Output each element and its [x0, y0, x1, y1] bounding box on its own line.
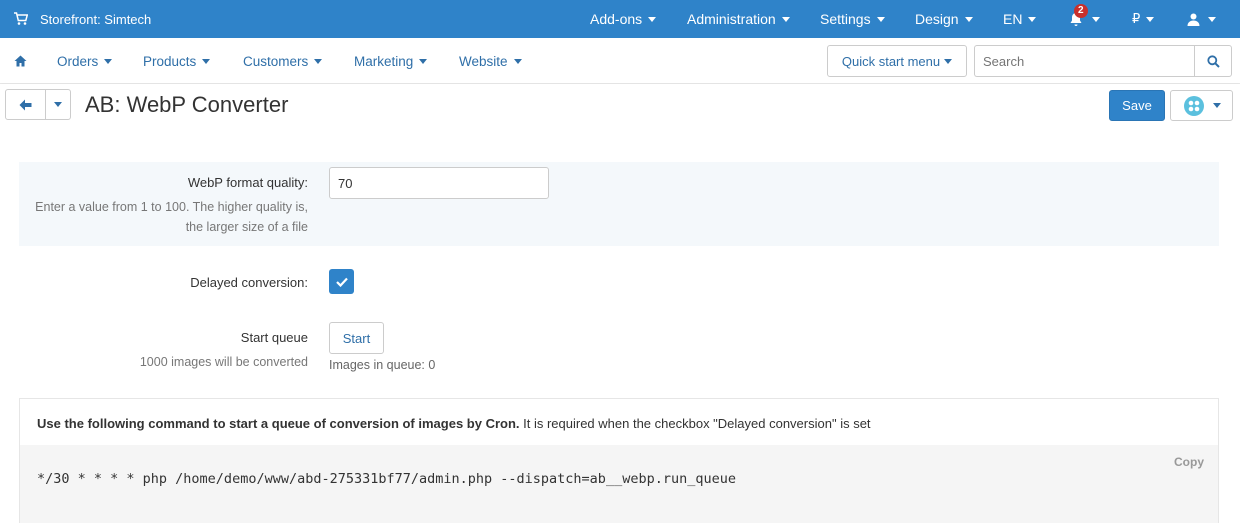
copy-button[interactable]: Copy [1174, 455, 1204, 469]
user-icon [1187, 13, 1200, 26]
quick-start-menu-button[interactable]: Quick start menu [827, 45, 967, 77]
quality-label: WebP format quality: [187, 175, 308, 190]
chevron-down-icon [876, 16, 885, 22]
back-button-group [5, 89, 71, 120]
chevron-down-icon [1028, 16, 1037, 22]
start-queue-label: Start queue [240, 330, 308, 345]
delayed-conversion-checkbox[interactable] [329, 269, 354, 294]
start-queue-hint: 1000 images will be converted [139, 355, 308, 369]
checkmark-icon [335, 277, 348, 287]
chevron-down-icon [1208, 16, 1216, 22]
nav-products[interactable]: Products [143, 38, 211, 84]
back-button[interactable] [6, 90, 46, 119]
nav-website[interactable]: Website [459, 38, 522, 84]
chevron-down-icon [648, 16, 657, 22]
cron-command: */30 * * * * php /home/demo/www/abd-2753… [37, 471, 736, 487]
main-nav: Orders Products Customers Marketing Webs… [0, 38, 1240, 84]
quality-input[interactable] [329, 167, 549, 199]
chevron-down-icon [944, 58, 953, 64]
top-bar: Storefront: Simtech Add-ons Administrati… [0, 0, 1240, 38]
cron-code-block: */30 * * * * php /home/demo/www/abd-2753… [20, 445, 1218, 523]
storefront-link[interactable]: Storefront: Simtech [14, 0, 151, 38]
start-queue-button[interactable]: Start [329, 322, 384, 354]
nav-marketing[interactable]: Marketing [354, 38, 428, 84]
cron-command-box: Use the following command to start a que… [19, 398, 1219, 523]
home-icon [14, 55, 27, 67]
menu-administration[interactable]: Administration [687, 0, 790, 38]
settings-form: WebP format quality: Enter a value from … [0, 126, 1240, 523]
cron-note: Use the following command to start a que… [37, 416, 871, 431]
search-icon [1206, 54, 1220, 68]
chevron-down-icon [419, 58, 428, 64]
chevron-down-icon [1212, 103, 1221, 108]
chevron-down-icon [54, 102, 62, 107]
nav-customers[interactable]: Customers [243, 38, 323, 84]
chevron-down-icon [781, 16, 790, 22]
menu-design[interactable]: Design [915, 0, 973, 38]
cart-icon [14, 12, 28, 25]
notification-badge: 2 [1074, 4, 1088, 18]
quality-hint: Enter a value from 1 to 100. The higher … [35, 200, 308, 234]
history-dropdown-button[interactable] [46, 90, 70, 119]
menu-currency[interactable]: ₽ [1132, 0, 1155, 38]
arrow-left-icon [19, 99, 32, 110]
addon-menu-button[interactable] [1170, 90, 1233, 121]
search-input[interactable] [974, 45, 1195, 77]
chevron-down-icon [964, 16, 973, 22]
chevron-down-icon [104, 58, 113, 64]
images-in-queue: Images in queue: 0 [329, 358, 436, 372]
chevron-down-icon [1092, 16, 1100, 22]
delayed-conversion-label: Delayed conversion: [190, 275, 308, 290]
title-bar: AB: WebP Converter Save [0, 84, 1240, 126]
menu-addons[interactable]: Add-ons [590, 0, 657, 38]
chevron-down-icon [513, 58, 522, 64]
page-title: AB: WebP Converter [85, 92, 289, 117]
chevron-down-icon [202, 58, 211, 64]
nav-orders[interactable]: Orders [57, 38, 113, 84]
user-menu[interactable] [1187, 0, 1216, 38]
search-button[interactable] [1194, 45, 1232, 77]
chevron-down-icon [314, 58, 323, 64]
menu-language[interactable]: EN [1003, 0, 1037, 38]
addon-logo-icon [1183, 95, 1204, 116]
chevron-down-icon [1146, 16, 1155, 22]
menu-settings[interactable]: Settings [820, 0, 885, 38]
save-button[interactable]: Save [1109, 90, 1165, 121]
storefront-label: Storefront: Simtech [40, 11, 152, 27]
home-button[interactable] [14, 38, 27, 84]
